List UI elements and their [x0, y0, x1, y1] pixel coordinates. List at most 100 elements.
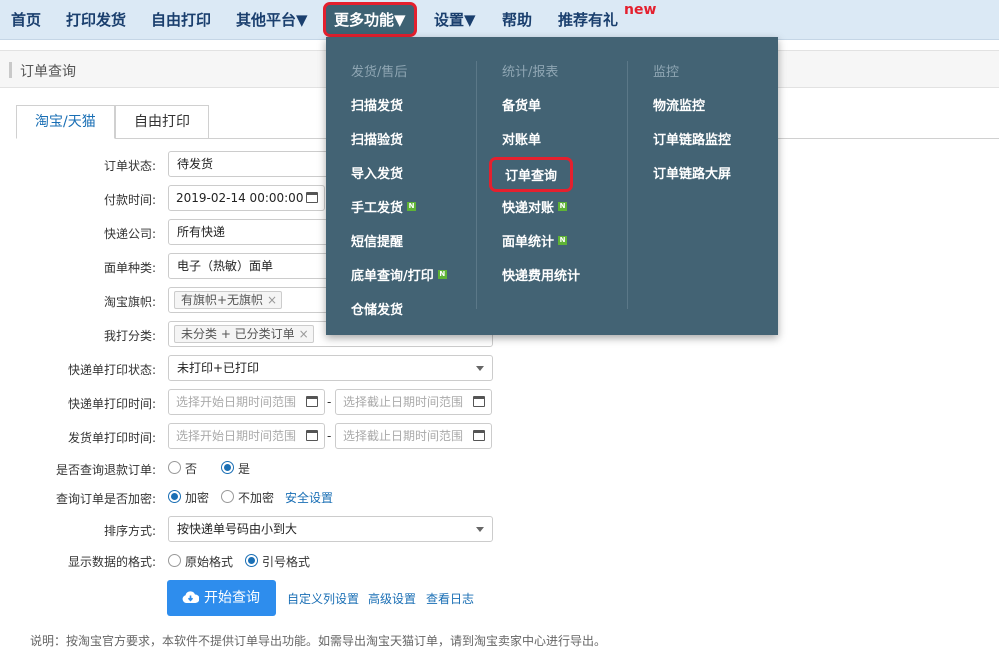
menu-heading-shipping: 发货/售后 [351, 65, 408, 80]
menu-order-link-monitor-label: 订单链路监控 [653, 133, 732, 148]
taobao-flag-tag: 有旗帜+无旗帜 × [174, 291, 283, 309]
chevron-down-icon [476, 366, 484, 371]
close-icon[interactable]: × [267, 292, 277, 308]
new-badge: new [624, 2, 657, 18]
menu-express-cost-stats-label: 快递费用统计 [502, 269, 581, 284]
view-log-link[interactable]: 查看日志 [426, 590, 474, 607]
new-badge-icon: N [407, 202, 417, 211]
nav-other-platforms[interactable]: 其他平台▼ [236, 0, 308, 40]
express-print-time-start-placeholder: 选择开始日期时间范围 [176, 395, 297, 409]
security-settings-link[interactable]: 安全设置 [285, 489, 333, 506]
menu-waybill-stats-label: 面单统计 [502, 235, 555, 250]
nav-free-print[interactable]: 自由打印 [151, 0, 211, 40]
encrypt-label: 查询订单是否加密: [55, 492, 156, 506]
menu-receipt-query-print-label: 底单查询/打印 [351, 269, 434, 284]
encrypt-yes-label: 加密 [185, 491, 210, 505]
menu-divider [627, 61, 628, 309]
express-print-status-select[interactable]: 未打印+已打印 [168, 355, 493, 381]
menu-sms-reminder-label: 短信提醒 [351, 235, 404, 250]
nav-help[interactable]: 帮助 [502, 0, 532, 40]
nav-more-features[interactable]: 更多功能▼ [323, 2, 417, 37]
menu-order-link-monitor[interactable]: 订单链路监控 [653, 129, 731, 148]
express-print-time-label: 快递单打印时间: [67, 397, 156, 411]
nav-referral[interactable]: 推荐有礼 [558, 0, 618, 40]
encrypt-yes-radio[interactable] [168, 490, 181, 503]
menu-import-ship[interactable]: 导入发货 [351, 163, 403, 182]
express-company-label: 快递公司: [103, 227, 156, 241]
menu-scan-ship[interactable]: 扫描发货 [351, 95, 403, 114]
menu-waybill-stats[interactable]: 面单统计 N [502, 231, 568, 250]
menu-order-query-label: 订单查询 [505, 169, 558, 184]
export-note: 说明：按淘宝官方要求，本软件不提供订单导出功能。如需导出淘宝天猫订单，请到淘宝卖… [30, 634, 607, 648]
format-quoted-label: 引号格式 [262, 555, 311, 569]
menu-order-query[interactable]: 订单查询 [489, 157, 574, 192]
refund-query-no-label: 否 [185, 462, 198, 476]
new-badge-icon: N [558, 202, 568, 211]
invoice-print-time-end-placeholder: 选择截止日期时间范围 [343, 429, 464, 443]
order-status-label: 订单状态: [103, 159, 156, 173]
start-query-label: 开始查询 [204, 590, 260, 606]
taobao-flag-label: 淘宝旗帜: [103, 295, 156, 309]
top-nav: 首页 打印发货 自由打印 其他平台▼ 更多功能▼ 设置▼ 帮助 推荐有礼 new [0, 0, 999, 40]
order-status-value: 待发货 [177, 157, 214, 171]
express-print-time-start-input[interactable]: 选择开始日期时间范围 [168, 389, 325, 415]
menu-scan-inspect-label: 扫描验货 [351, 133, 404, 148]
invoice-print-time-end-input[interactable]: 选择截止日期时间范围 [335, 423, 492, 449]
pay-time-start-value: 2019-02-14 00:00:00 [176, 191, 304, 205]
new-badge-icon: N [437, 270, 447, 279]
invoice-print-time-start-input[interactable]: 选择开始日期时间范围 [168, 423, 325, 449]
my-category-tag: 未分类 + 已分类订单 × [174, 325, 314, 343]
display-format-label: 显示数据的格式: [67, 555, 156, 569]
menu-heading-monitor: 监控 [653, 65, 680, 80]
menu-order-link-dashboard-label: 订单链路大屏 [653, 167, 732, 182]
close-icon[interactable]: × [299, 326, 309, 342]
menu-sms-reminder[interactable]: 短信提醒 [351, 231, 403, 250]
calendar-icon [473, 396, 485, 407]
tab-taobao[interactable]: 淘宝/天猫 [16, 105, 115, 139]
my-category-tag-label: 未分类 + 已分类订单 [181, 327, 295, 341]
custom-columns-link[interactable]: 自定义列设置 [287, 590, 359, 607]
nav-home[interactable]: 首页 [11, 0, 41, 40]
refund-query-yes-radio[interactable] [221, 461, 234, 474]
menu-logistics-monitor-label: 物流监控 [653, 99, 706, 114]
express-print-status-label: 快递单打印状态: [67, 363, 156, 377]
encrypt-no-label: 不加密 [238, 491, 275, 505]
new-badge-icon: N [558, 236, 568, 245]
sort-select[interactable]: 按快递单号码由小到大 [168, 516, 493, 542]
page-title: 订单查询 [20, 64, 76, 80]
menu-picking-list[interactable]: 备货单 [502, 95, 541, 114]
refund-query-yes-label: 是 [238, 462, 251, 476]
refund-query-no-radio[interactable] [168, 461, 181, 474]
menu-express-reconcile-label: 快递对账 [502, 201, 555, 216]
express-print-time-end-input[interactable]: 选择截止日期时间范围 [335, 389, 492, 415]
calendar-icon [473, 430, 485, 441]
nav-settings[interactable]: 设置▼ [434, 0, 476, 40]
menu-statement[interactable]: 对账单 [502, 129, 541, 148]
cloud-download-icon [182, 591, 199, 603]
pay-time-start-input[interactable]: 2019-02-14 00:00:00 [168, 185, 325, 211]
menu-statement-label: 对账单 [502, 133, 542, 148]
start-query-button[interactable]: 开始查询 [167, 580, 276, 616]
menu-logistics-monitor[interactable]: 物流监控 [653, 95, 705, 114]
menu-manual-ship[interactable]: 手工发货 N [351, 197, 417, 216]
advanced-settings-link[interactable]: 高级设置 [368, 590, 416, 607]
format-raw-radio[interactable] [168, 554, 181, 567]
menu-warehouse-ship-label: 仓储发货 [351, 303, 404, 318]
menu-divider [476, 61, 477, 309]
nav-print-ship[interactable]: 打印发货 [66, 0, 126, 40]
menu-express-reconcile[interactable]: 快递对账 N [502, 197, 568, 216]
menu-warehouse-ship[interactable]: 仓储发货 [351, 299, 403, 318]
format-quoted-radio[interactable] [245, 554, 258, 567]
menu-heading-reports: 统计/报表 [502, 65, 559, 80]
pay-time-label: 付款时间: [103, 193, 156, 207]
calendar-icon [306, 192, 318, 203]
sort-value: 按快递单号码由小到大 [177, 522, 298, 536]
menu-express-cost-stats[interactable]: 快递费用统计 [502, 265, 580, 284]
tab-free-print[interactable]: 自由打印 [115, 105, 209, 139]
menu-receipt-query-print[interactable]: 底单查询/打印 N [351, 265, 447, 284]
menu-scan-inspect[interactable]: 扫描验货 [351, 129, 403, 148]
encrypt-no-radio[interactable] [221, 490, 234, 503]
menu-scan-ship-label: 扫描发货 [351, 99, 404, 114]
express-print-status-value: 未打印+已打印 [177, 361, 260, 375]
menu-order-link-dashboard[interactable]: 订单链路大屏 [653, 163, 731, 182]
